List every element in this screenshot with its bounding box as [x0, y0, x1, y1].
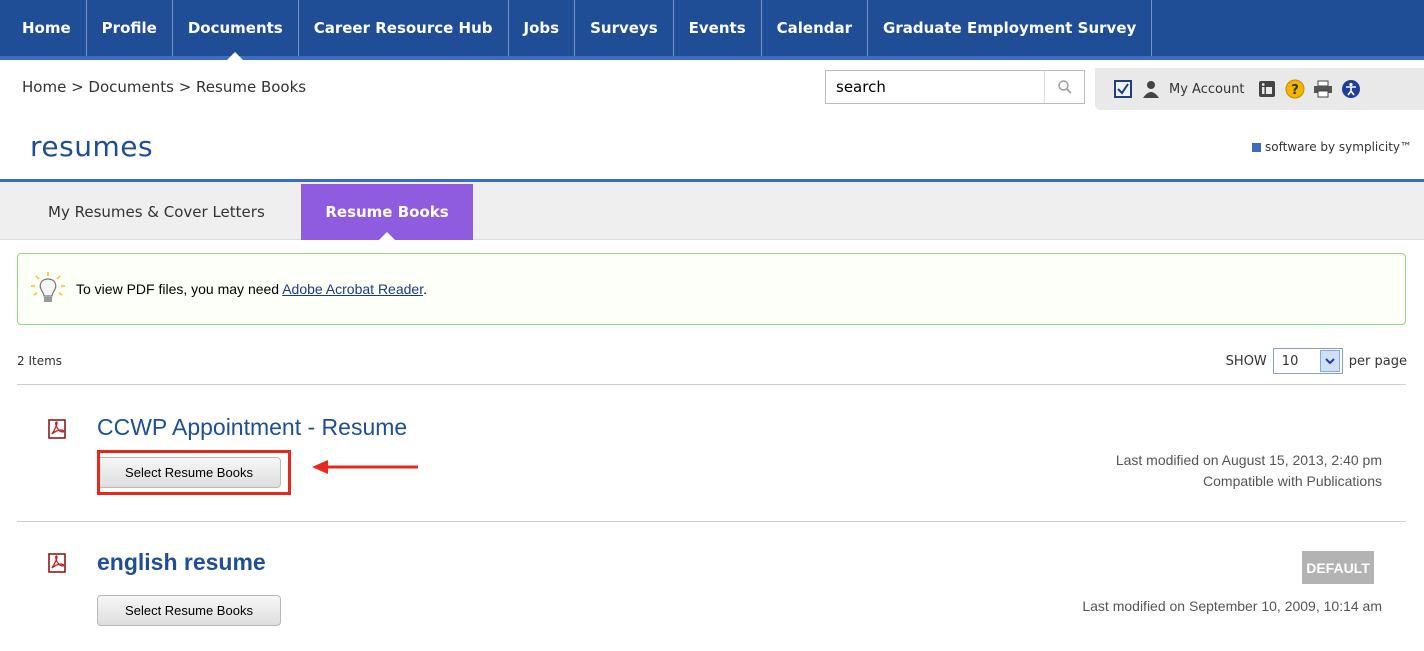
nav-graduate-employment-survey[interactable]: Graduate Employment Survey — [868, 0, 1153, 56]
my-account-link[interactable]: My Account — [1169, 82, 1245, 97]
page-title: resumes — [30, 130, 154, 163]
search-icon — [1057, 80, 1072, 94]
notice-suffix: . — [423, 281, 427, 297]
last-modified: Last modified on September 10, 2009, 10:… — [1082, 598, 1382, 614]
nav-documents[interactable]: Documents — [173, 0, 299, 60]
notice-prefix: To view PDF files, you may need — [76, 281, 283, 297]
nav-career-resource-hub[interactable]: Career Resource Hub — [299, 0, 509, 56]
pdf-icon — [48, 553, 66, 573]
nav-profile[interactable]: Profile — [87, 0, 173, 56]
tab-bar: My Resumes & Cover Letters Resume Books — [0, 182, 1424, 240]
last-modified: Last modified on August 15, 2013, 2:40 p… — [1115, 452, 1382, 468]
default-badge: DEFAULT — [1302, 551, 1374, 584]
tab-resume-books[interactable]: Resume Books — [301, 184, 473, 240]
nav-home[interactable]: Home — [0, 0, 87, 56]
select-resume-books-button[interactable]: Select Resume Books — [97, 595, 281, 626]
acrobat-reader-link[interactable]: Adobe Acrobat Reader — [282, 281, 423, 297]
per-page-control: SHOW 10 per page — [1226, 348, 1407, 374]
list-divider — [17, 384, 1406, 385]
nav-calendar[interactable]: Calendar — [762, 0, 869, 56]
search-box — [825, 70, 1085, 104]
per-page-value: 10 — [1281, 353, 1299, 369]
pdf-notice: To view PDF files, you may need Adobe Ac… — [17, 253, 1406, 325]
resume-title-link[interactable]: CCWP Appointment - Resume — [97, 414, 407, 441]
search-button[interactable] — [1044, 71, 1084, 103]
utility-bar: Home > Documents > Resume Books My Accou… — [0, 60, 1424, 116]
compatibility-note: Compatible with Publications — [1203, 473, 1382, 489]
items-count: 2 Items — [17, 354, 63, 368]
resume-meta: Last modified on September 10, 2009, 10:… — [1082, 596, 1382, 617]
resume-meta: Last modified on August 15, 2013, 2:40 p… — [1116, 450, 1382, 492]
nav-events[interactable]: Events — [674, 0, 762, 56]
top-navigation: Home Profile Documents Career Resource H… — [0, 0, 1424, 60]
lightbulb-icon — [31, 272, 65, 302]
account-toolbar: My Account ? — [1095, 68, 1424, 110]
nav-surveys[interactable]: Surveys — [575, 0, 674, 56]
annotation-arrow-icon — [312, 460, 418, 474]
print-icon[interactable] — [1313, 79, 1333, 99]
list-divider — [17, 521, 1406, 522]
vendor-text: software by symplicity™ — [1265, 140, 1412, 154]
linkedin-icon[interactable] — [1257, 79, 1277, 99]
show-label: SHOW — [1225, 353, 1267, 369]
per-page-label: per page — [1348, 353, 1407, 369]
notice-message: To view PDF files, you may need Adobe Ac… — [76, 281, 427, 297]
per-page-select[interactable]: 10 — [1272, 348, 1343, 374]
chevron-down-icon[interactable] — [1319, 350, 1340, 372]
svg-text:?: ? — [1291, 83, 1299, 98]
accessibility-icon[interactable] — [1341, 79, 1361, 99]
vendor-logo-icon — [1252, 142, 1262, 152]
pdf-icon — [48, 419, 66, 439]
user-icon[interactable] — [1141, 79, 1161, 99]
checkbox-icon[interactable] — [1113, 79, 1133, 99]
vendor-credit: software by symplicity™ — [1252, 140, 1412, 154]
nav-jobs[interactable]: Jobs — [509, 0, 576, 56]
help-icon[interactable]: ? — [1285, 79, 1305, 99]
annotation-highlight-box — [97, 450, 291, 495]
tab-my-resumes-cover-letters[interactable]: My Resumes & Cover Letters — [34, 184, 279, 240]
search-input[interactable] — [826, 71, 1045, 103]
breadcrumb: Home > Documents > Resume Books — [22, 78, 307, 96]
resume-title-link[interactable]: english resume — [97, 549, 266, 576]
